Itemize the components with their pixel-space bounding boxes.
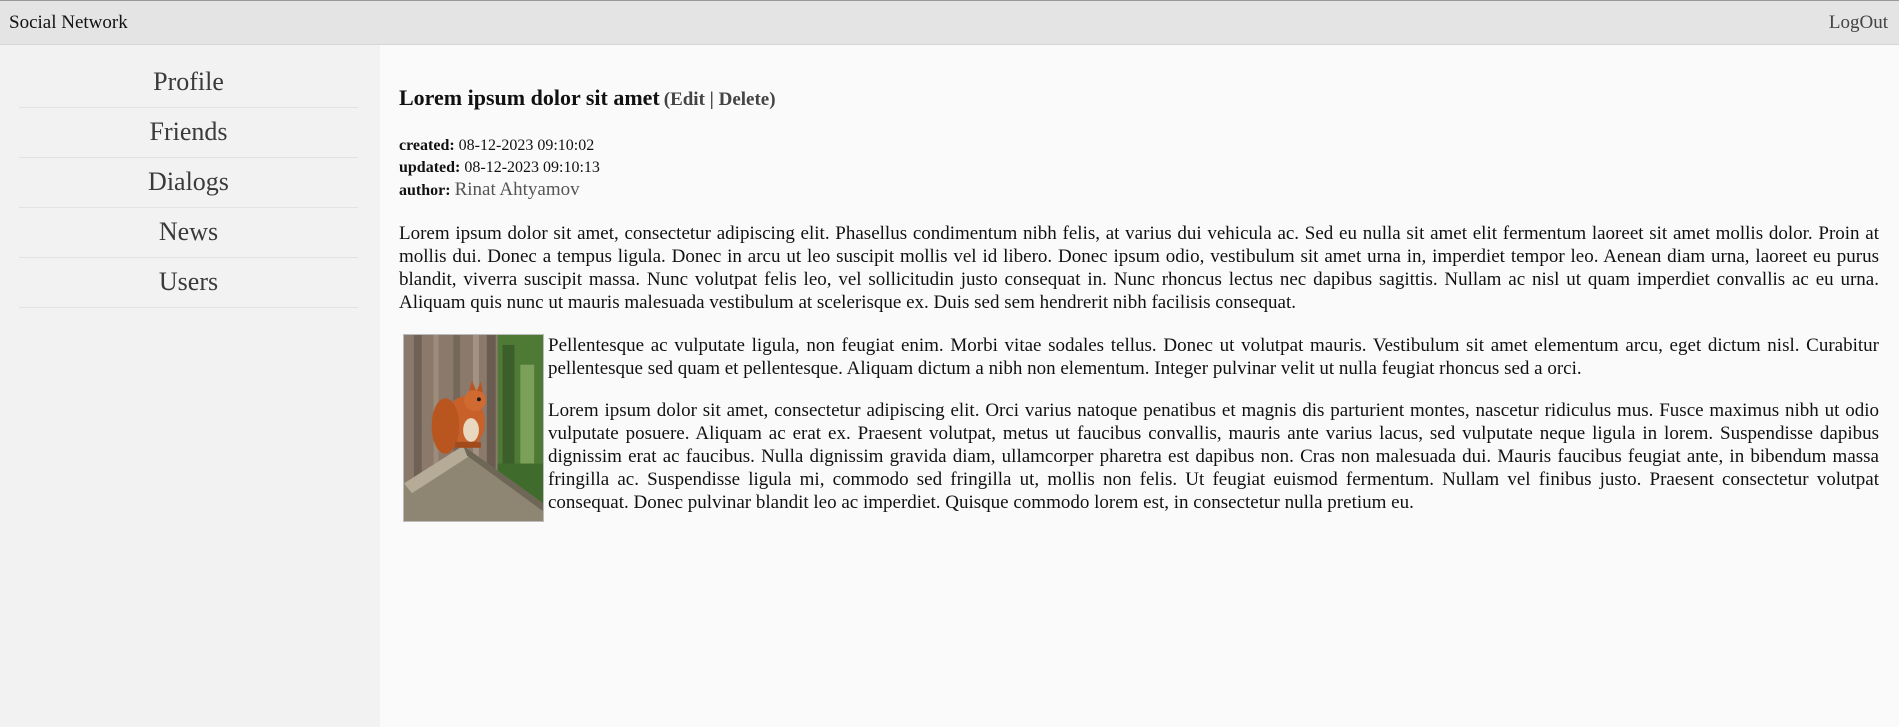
updated-value: 08-12-2023 09:10:13 xyxy=(464,159,600,176)
post-header: Lorem ipsum dolor sit amet (Edit | Delet… xyxy=(399,85,1879,111)
post-paragraph-3: Lorem ipsum dolor sit amet, consectetur … xyxy=(548,400,1879,513)
top-bar: Social Network LogOut xyxy=(0,0,1899,45)
sidebar-nav: Profile Friends Dialogs News Users xyxy=(19,58,358,308)
post-paragraph-2: Pellentesque ac vulputate ligula, non fe… xyxy=(548,335,1879,379)
paren-close: ) xyxy=(769,89,776,110)
sidebar-item-news[interactable]: News xyxy=(19,208,358,258)
post-paragraph-1: Lorem ipsum dolor sit amet, consectetur … xyxy=(399,223,1879,313)
post-actions: (Edit | Delete) xyxy=(664,89,776,110)
updated-row: updated: 08-12-2023 09:10:13 xyxy=(399,157,1879,179)
app-brand[interactable]: Social Network xyxy=(9,12,128,34)
sidebar: Profile Friends Dialogs News Users xyxy=(0,45,380,727)
author-label: author: xyxy=(399,182,451,199)
squirrel-photo xyxy=(403,334,544,522)
post-figure-block: Pellentesque ac vulputate ligula, non fe… xyxy=(399,334,1879,522)
sidebar-item-users[interactable]: Users xyxy=(19,258,358,308)
post: Lorem ipsum dolor sit amet (Edit | Delet… xyxy=(399,85,1879,522)
edit-link[interactable]: Edit xyxy=(670,89,705,110)
delete-link[interactable]: Delete xyxy=(719,89,770,110)
created-value: 08-12-2023 09:10:02 xyxy=(458,137,595,154)
post-title: Lorem ipsum dolor sit amet xyxy=(399,85,660,110)
main-content: Lorem ipsum dolor sit amet (Edit | Delet… xyxy=(380,45,1899,727)
action-separator: | xyxy=(704,89,719,110)
sidebar-item-profile[interactable]: Profile xyxy=(19,58,358,108)
created-label: created: xyxy=(399,137,455,154)
created-row: created: 08-12-2023 09:10:02 xyxy=(399,135,1879,157)
author-link[interactable]: Rinat Ahtyamov xyxy=(455,179,580,200)
sidebar-item-friends[interactable]: Friends xyxy=(19,108,358,158)
sidebar-item-dialogs[interactable]: Dialogs xyxy=(19,158,358,208)
post-meta: created: 08-12-2023 09:10:02 updated: 08… xyxy=(399,135,1879,202)
logout-link[interactable]: LogOut xyxy=(1829,12,1888,34)
updated-label: updated: xyxy=(399,159,461,176)
author-row: author: Rinat Ahtyamov xyxy=(399,179,1879,202)
